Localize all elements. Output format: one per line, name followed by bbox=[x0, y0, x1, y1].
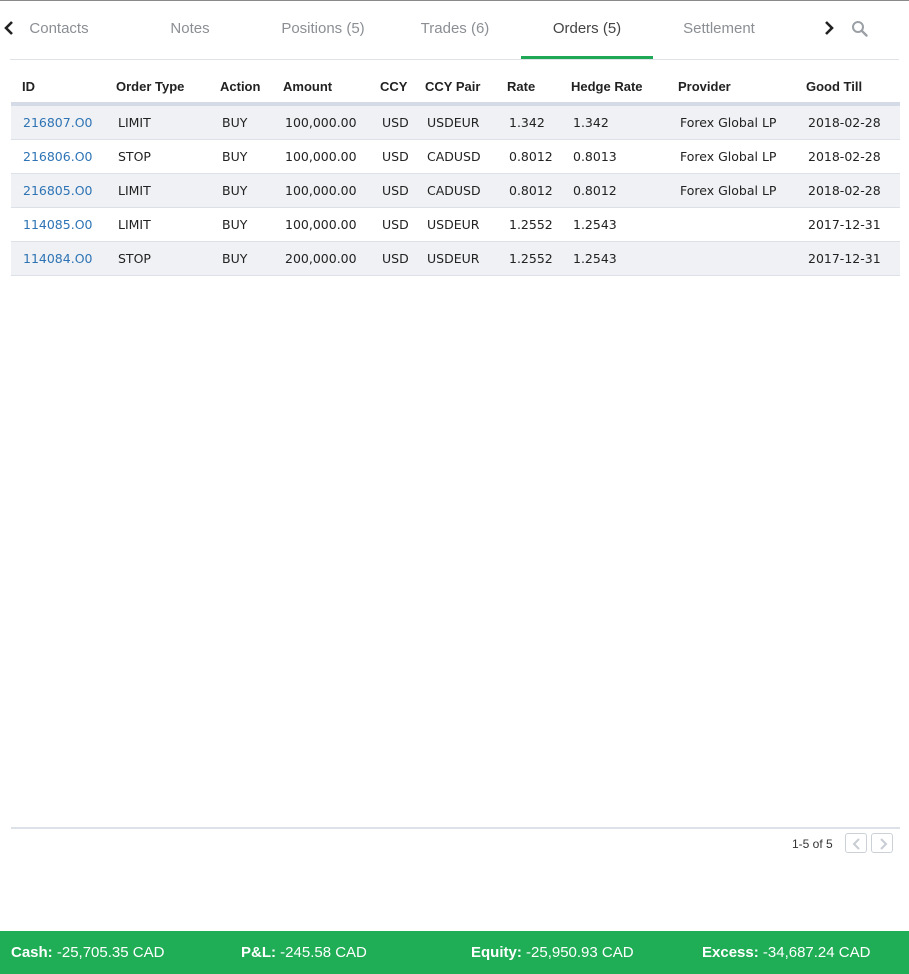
amount: 200,000.00 bbox=[285, 251, 357, 266]
table-row[interactable]: 114085.O0 LIMIT BUY 100,000.00 USD USDEU… bbox=[11, 208, 900, 242]
table-row[interactable]: 216807.O0 LIMIT BUY 100,000.00 USD USDEU… bbox=[11, 106, 900, 140]
rate: 0.8012 bbox=[509, 183, 553, 198]
table-header: ID Order Type Action Amount CCY CCY Pair… bbox=[11, 70, 900, 106]
ccy: USD bbox=[382, 115, 409, 130]
equity-value: -25,950.93 CAD bbox=[521, 944, 634, 961]
excess-summary: Excess: -34,687.24 CAD bbox=[702, 931, 870, 974]
amount: 100,000.00 bbox=[285, 115, 357, 130]
tab-trades[interactable]: Trades (6) bbox=[405, 1, 505, 57]
col-header-hedge-rate[interactable]: Hedge Rate bbox=[561, 79, 668, 94]
tab-notes[interactable]: Notes bbox=[140, 1, 240, 57]
ccy: USD bbox=[382, 149, 409, 164]
order-type: LIMIT bbox=[118, 183, 151, 198]
pagination-summary: 1-5 of 5 bbox=[792, 837, 833, 851]
order-id-link[interactable]: 216805.O0 bbox=[11, 183, 106, 198]
order-type: LIMIT bbox=[118, 217, 151, 232]
action: BUY bbox=[222, 149, 248, 164]
col-header-ccy[interactable]: CCY bbox=[370, 79, 415, 94]
col-header-provider[interactable]: Provider bbox=[668, 79, 796, 94]
cash-summary: Cash: -25,705.35 CAD bbox=[11, 931, 164, 974]
amount: 100,000.00 bbox=[285, 183, 357, 198]
order-id-link[interactable]: 216806.O0 bbox=[11, 149, 106, 164]
chevron-right-icon bbox=[880, 838, 888, 850]
good-till: 2017-12-31 bbox=[808, 251, 881, 266]
tab-contacts[interactable]: Contacts bbox=[14, 1, 104, 57]
pl-summary: P&L: -245.58 CAD bbox=[241, 931, 367, 974]
chevron-left-icon bbox=[852, 838, 860, 850]
hedge-rate: 1.2543 bbox=[573, 217, 617, 232]
equity-label: Equity: bbox=[471, 944, 522, 961]
ccy-pair: USDEUR bbox=[427, 115, 480, 130]
ccy-pair: CADUSD bbox=[427, 183, 481, 198]
excess-label: Excess: bbox=[702, 944, 759, 961]
good-till: 2018-02-28 bbox=[808, 115, 881, 130]
action: BUY bbox=[222, 251, 248, 266]
orders-table: ID Order Type Action Amount CCY CCY Pair… bbox=[11, 70, 900, 276]
pl-label: P&L: bbox=[241, 944, 276, 961]
tab-positions[interactable]: Positions (5) bbox=[265, 1, 381, 57]
hedge-rate: 0.8013 bbox=[573, 149, 617, 164]
chevron-right-icon[interactable] bbox=[822, 21, 836, 35]
order-id-link[interactable]: 114085.O0 bbox=[11, 217, 106, 232]
order-type: STOP bbox=[118, 251, 151, 266]
hedge-rate: 1.342 bbox=[573, 115, 609, 130]
provider: Forex Global LP bbox=[680, 115, 777, 130]
col-header-order-type[interactable]: Order Type bbox=[106, 79, 210, 94]
good-till: 2018-02-28 bbox=[808, 183, 881, 198]
ccy-pair: USDEUR bbox=[427, 251, 480, 266]
col-header-action[interactable]: Action bbox=[210, 79, 273, 94]
ccy: USD bbox=[382, 183, 409, 198]
good-till: 2017-12-31 bbox=[808, 217, 881, 232]
table-row[interactable]: 114084.O0 STOP BUY 200,000.00 USD USDEUR… bbox=[11, 242, 900, 276]
col-header-rate[interactable]: Rate bbox=[497, 79, 561, 94]
order-id-link[interactable]: 114084.O0 bbox=[11, 251, 106, 266]
next-page-button[interactable] bbox=[871, 833, 893, 853]
col-header-amount[interactable]: Amount bbox=[273, 79, 370, 94]
tab-bar-divider bbox=[10, 59, 899, 60]
excess-value: -34,687.24 CAD bbox=[758, 944, 871, 961]
account-status-bar: Cash: -25,705.35 CAD P&L: -245.58 CAD Eq… bbox=[0, 931, 909, 974]
order-id-link[interactable]: 216807.O0 bbox=[11, 115, 106, 130]
ccy-pair: CADUSD bbox=[427, 149, 481, 164]
amount: 100,000.00 bbox=[285, 217, 357, 232]
tab-orders[interactable]: Orders (5) bbox=[521, 1, 653, 59]
order-type: STOP bbox=[118, 149, 151, 164]
table-footer-divider bbox=[11, 827, 900, 829]
action: BUY bbox=[222, 217, 248, 232]
cash-label: Cash: bbox=[11, 944, 53, 961]
hedge-rate: 1.2543 bbox=[573, 251, 617, 266]
action: BUY bbox=[222, 183, 248, 198]
ccy: USD bbox=[382, 217, 409, 232]
rate: 0.8012 bbox=[509, 149, 553, 164]
ccy-pair: USDEUR bbox=[427, 217, 480, 232]
good-till: 2018-02-28 bbox=[808, 149, 881, 164]
action: BUY bbox=[222, 115, 248, 130]
tab-bar: Contacts Notes Positions (5) Trades (6) … bbox=[0, 1, 909, 60]
table-row[interactable]: 216806.O0 STOP BUY 100,000.00 USD CADUSD… bbox=[11, 140, 900, 174]
prev-page-button[interactable] bbox=[845, 833, 867, 853]
col-header-ccy-pair[interactable]: CCY Pair bbox=[415, 79, 497, 94]
rate: 1.2552 bbox=[509, 217, 553, 232]
amount: 100,000.00 bbox=[285, 149, 357, 164]
col-header-id[interactable]: ID bbox=[11, 79, 106, 94]
equity-summary: Equity: -25,950.93 CAD bbox=[471, 931, 634, 974]
pl-value: -245.58 CAD bbox=[276, 944, 367, 961]
tab-settlement[interactable]: Settlement bbox=[668, 1, 770, 57]
order-type: LIMIT bbox=[118, 115, 151, 130]
hedge-rate: 0.8012 bbox=[573, 183, 617, 198]
search-icon[interactable] bbox=[851, 20, 869, 38]
rate: 1.342 bbox=[509, 115, 545, 130]
provider: Forex Global LP bbox=[680, 183, 777, 198]
table-row[interactable]: 216805.O0 LIMIT BUY 100,000.00 USD CADUS… bbox=[11, 174, 900, 208]
rate: 1.2552 bbox=[509, 251, 553, 266]
ccy: USD bbox=[382, 251, 409, 266]
provider: Forex Global LP bbox=[680, 149, 777, 164]
cash-value: -25,705.35 CAD bbox=[52, 944, 165, 961]
col-header-good-till[interactable]: Good Till bbox=[796, 79, 900, 94]
